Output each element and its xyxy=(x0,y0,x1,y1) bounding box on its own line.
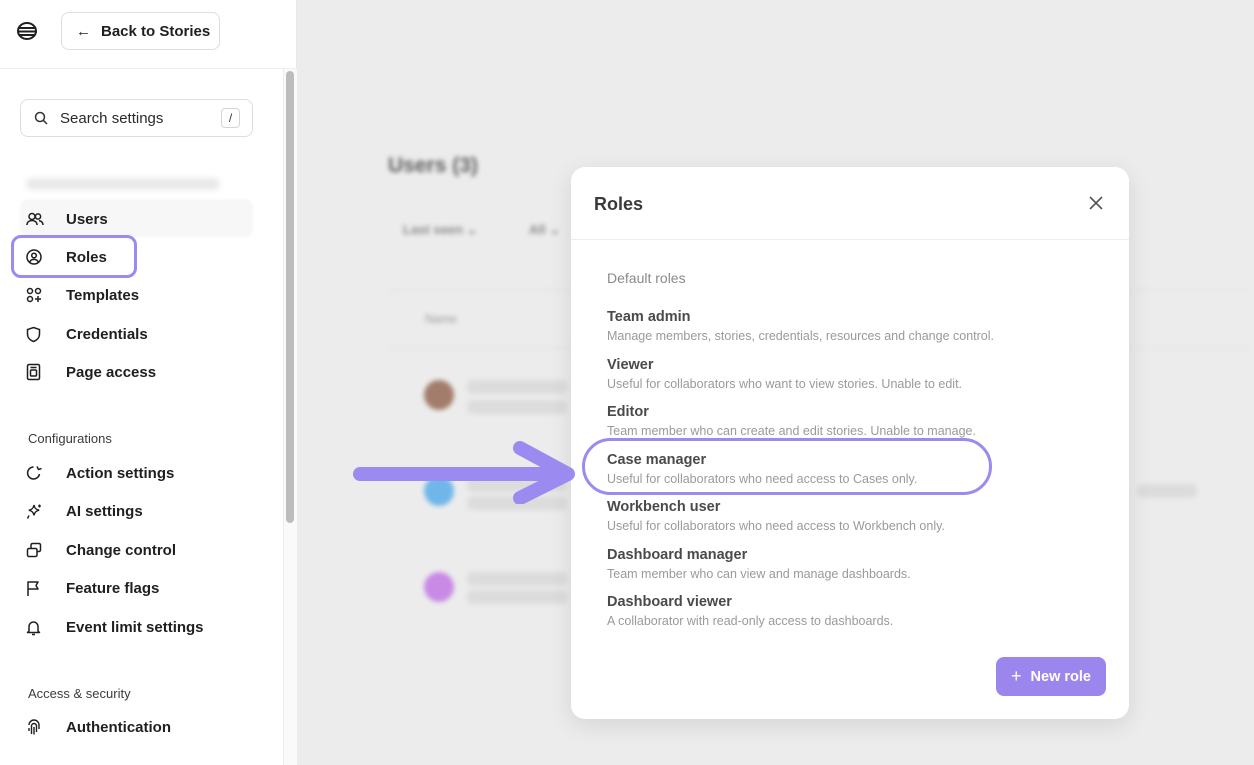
change-control-icon xyxy=(26,540,50,560)
sidebar-scrollbar-thumb[interactable] xyxy=(286,71,294,523)
sidebar-item-label: Feature flags xyxy=(66,579,160,597)
modal-title: Roles xyxy=(594,194,644,214)
settings-sidebar: ← Back to Stories Search settings / User… xyxy=(0,0,297,765)
fingerprint-icon xyxy=(26,717,50,737)
plus-icon: + xyxy=(1011,666,1022,686)
sidebar-item-label: Event limit settings xyxy=(66,618,204,636)
all-filter: All ⌄ xyxy=(529,222,561,237)
blurred-user-email xyxy=(467,590,567,604)
sidebar-item-users[interactable]: Users xyxy=(26,206,108,232)
avatar xyxy=(424,572,454,602)
access-security-section-title: Access & security xyxy=(28,686,131,701)
avatar xyxy=(424,380,454,410)
role-item-dashboard-manager[interactable]: Dashboard manager Team member who can vi… xyxy=(607,547,1087,582)
blurred-account-email xyxy=(26,178,220,190)
user-circle-icon xyxy=(26,247,50,267)
sidebar-item-label: Users xyxy=(66,210,108,228)
blurred-user-name xyxy=(467,380,567,394)
role-name: Dashboard manager xyxy=(607,547,748,563)
app-logo-icon[interactable] xyxy=(16,20,38,42)
page-access-icon xyxy=(26,362,50,382)
sidebar-item-label: AI settings xyxy=(66,502,143,520)
blurred-user-name xyxy=(467,572,567,586)
shield-icon xyxy=(26,324,50,344)
role-description: Useful for collaborators who need access… xyxy=(607,519,945,533)
role-description: Manage members, stories, credentials, re… xyxy=(607,329,994,343)
search-settings-input[interactable]: Search settings / xyxy=(20,99,253,137)
users-icon xyxy=(26,209,50,229)
role-item-dashboard-viewer[interactable]: Dashboard viewer A collaborator with rea… xyxy=(607,594,1087,629)
sidebar-item-label: Templates xyxy=(66,286,140,304)
action-settings-icon xyxy=(26,463,50,483)
all-filter-label: All xyxy=(529,222,546,237)
flag-icon xyxy=(26,578,50,598)
blurred-user-role xyxy=(1137,484,1197,498)
sidebar-item-action-settings[interactable]: Action settings xyxy=(26,460,174,486)
role-item-viewer[interactable]: Viewer Useful for collaborators who want… xyxy=(607,357,1087,392)
role-item-editor[interactable]: Editor Team member who can create and ed… xyxy=(607,404,1087,439)
back-to-stories-button[interactable]: ← Back to Stories xyxy=(61,12,220,50)
new-role-button[interactable]: + New role xyxy=(996,657,1106,696)
case-manager-highlight-annotation xyxy=(582,438,992,495)
sidebar-item-label: Action settings xyxy=(66,464,175,482)
last-seen-filter-label: Last seen xyxy=(403,222,463,237)
role-item-workbench-user[interactable]: Workbench user Useful for collaborators … xyxy=(607,499,1087,534)
last-seen-filter: Last seen ⌄ xyxy=(403,222,478,237)
sidebar-item-credentials[interactable]: Credentials xyxy=(26,321,148,347)
sidebar-item-label: Authentication xyxy=(66,718,171,736)
sidebar-item-change-control[interactable]: Change control xyxy=(26,537,176,563)
role-name: Workbench user xyxy=(607,499,721,515)
role-item-team-admin[interactable]: Team admin Manage members, stories, cred… xyxy=(607,309,1087,344)
sidebar-item-feature-flags[interactable]: Feature flags xyxy=(26,575,159,601)
sidebar-item-label: Credentials xyxy=(66,325,148,343)
sidebar-topbar: ← Back to Stories xyxy=(0,0,296,69)
role-description: A collaborator with read-only access to … xyxy=(607,614,894,628)
sidebar-item-authentication[interactable]: Authentication xyxy=(26,714,171,740)
new-role-label: New role xyxy=(1030,668,1091,685)
sidebar-item-label: Roles xyxy=(66,248,107,266)
search-shortcut-key: / xyxy=(221,108,240,128)
sidebar-item-templates[interactable]: Templates xyxy=(26,282,139,308)
sparkle-icon xyxy=(26,501,50,521)
templates-icon xyxy=(26,285,50,305)
annotation-arrow-icon xyxy=(353,441,575,504)
column-header-name: Name xyxy=(425,312,458,326)
close-icon[interactable] xyxy=(1087,194,1105,212)
sidebar-item-label: Change control xyxy=(66,541,177,559)
search-icon xyxy=(34,111,48,125)
role-description: Team member who can create and edit stor… xyxy=(607,424,976,438)
role-name: Editor xyxy=(607,404,649,420)
bell-icon xyxy=(26,617,50,637)
default-roles-heading: Default roles xyxy=(607,270,686,286)
search-placeholder: Search settings xyxy=(60,109,164,127)
sidebar-item-event-limit-settings[interactable]: Event limit settings xyxy=(26,614,204,640)
blurred-user-email xyxy=(467,400,567,414)
role-description: Team member who can view and manage dash… xyxy=(607,567,911,581)
sidebar-item-page-access[interactable]: Page access xyxy=(26,359,156,385)
back-button-label: Back to Stories xyxy=(101,22,211,40)
role-description: Useful for collaborators who want to vie… xyxy=(607,377,963,391)
role-name: Viewer xyxy=(607,357,654,373)
role-name: Dashboard viewer xyxy=(607,594,732,610)
sidebar-item-ai-settings[interactable]: AI settings xyxy=(26,498,143,524)
sidebar-item-roles[interactable]: Roles xyxy=(26,244,107,270)
modal-header: Roles xyxy=(571,167,1129,240)
role-name: Team admin xyxy=(607,309,691,325)
users-page-title: Users (3) xyxy=(388,154,478,177)
sidebar-item-label: Page access xyxy=(66,363,157,381)
configurations-section-title: Configurations xyxy=(28,431,112,446)
arrow-left-icon: ← xyxy=(76,22,91,40)
